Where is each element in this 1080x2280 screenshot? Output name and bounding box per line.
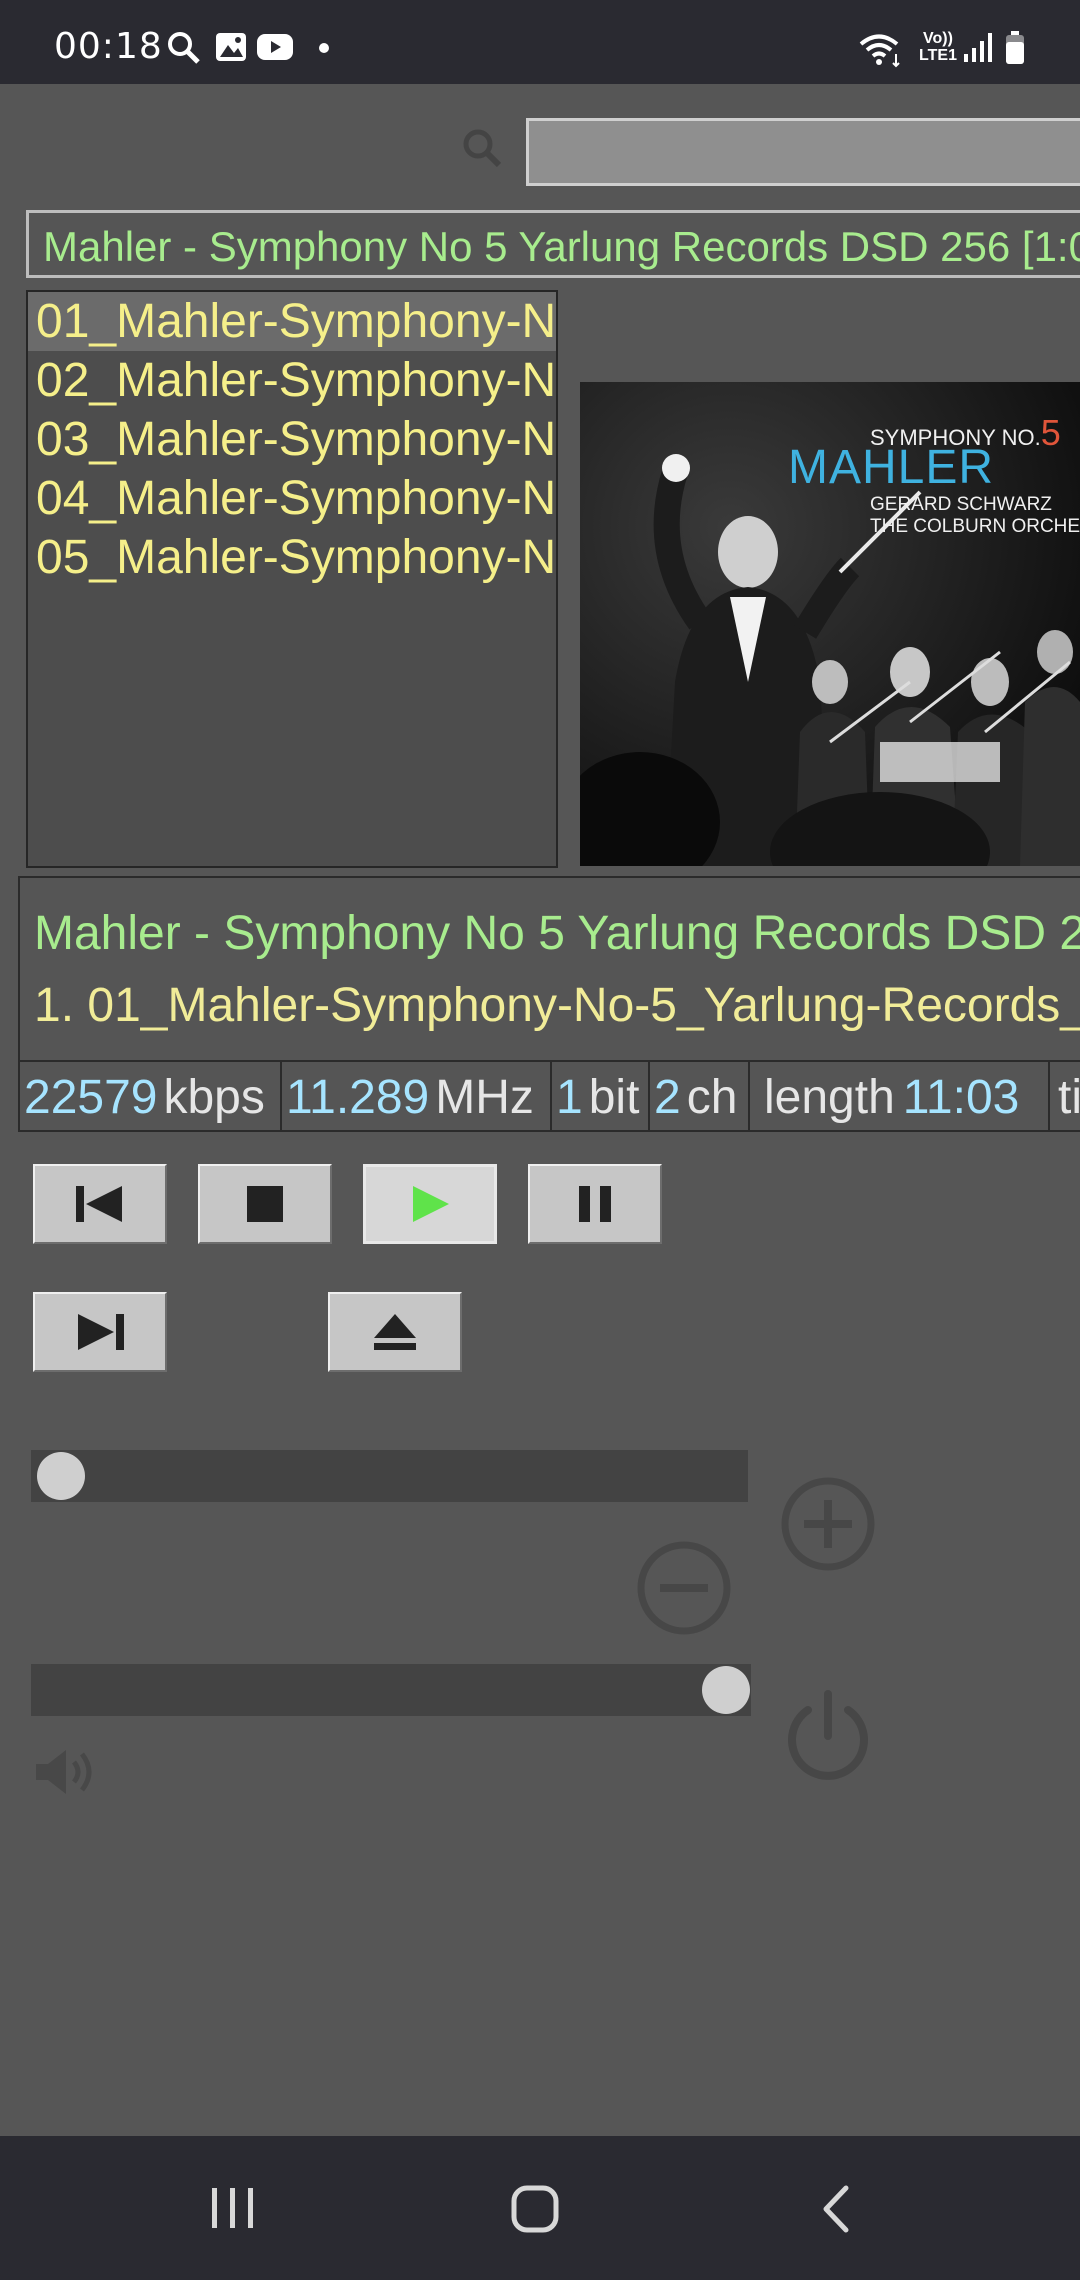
volume-slider-handle[interactable] [702,1666,750,1714]
channels-cell: 2 ch [650,1062,750,1130]
time-cell: time [1058,1071,1080,1124]
home-icon[interactable] [510,2184,560,2234]
pause-button[interactable] [528,1164,662,1244]
track-item-3[interactable]: 03_Mahler-Symphony-No-5_Yarlung-Records [28,410,556,469]
next-button[interactable] [33,1292,167,1372]
youtube-icon [257,34,293,60]
now-playing-album: Mahler - Symphony No 5 Yarlung Records D… [34,907,1080,960]
recent-apps-icon[interactable] [208,2186,258,2230]
play-button[interactable] [363,1164,497,1244]
skip-previous-icon [76,1186,122,1222]
album-title: Mahler - Symphony No 5 Yarlung Records D… [43,223,1080,270]
track-list[interactable]: 01_Mahler-Symphony-No-5_Yarlung-Records … [26,290,558,868]
navigation-bar [0,2136,1080,2280]
search-icon[interactable] [460,126,504,170]
now-playing-panel: Mahler - Symphony No 5 Yarlung Records D… [18,876,1080,1132]
eject-button[interactable] [328,1292,462,1372]
volume-down-icon[interactable] [634,1538,734,1638]
stop-icon [247,1186,283,1222]
battery-icon [1006,31,1024,64]
search-icon [168,32,200,64]
track-item-5[interactable]: 05_Mahler-Symphony-No-5_Yarlung-Records [28,528,556,587]
search-input[interactable] [526,118,1080,186]
album-art-conductor: GERARD SCHWARZ [870,494,1052,515]
eject-icon [374,1314,416,1350]
now-playing-track: 1. 01_Mahler-Symphony-No-5_Yarlung-Recor… [34,979,1080,1032]
power-icon[interactable] [778,1686,878,1786]
gallery-icon [216,33,246,61]
album-art-composer: MAHLER [788,441,995,494]
pause-icon [579,1186,611,1222]
speaker-icon[interactable] [32,1744,100,1800]
seek-slider[interactable] [31,1450,748,1502]
play-icon [413,1186,449,1222]
track-item-1[interactable]: 01_Mahler-Symphony-No-5_Yarlung-Records [28,292,556,351]
skip-next-icon [78,1314,124,1350]
status-time: 00:18 [54,26,163,67]
bit-depth-cell: 1 bit [552,1062,650,1130]
dot-icon [319,43,329,53]
volte-lte-icon: Vo)) LTE1 [919,30,957,64]
track-item-4[interactable]: 04_Mahler-Symphony-No-5_Yarlung-Records [28,469,556,528]
album-title-bar[interactable]: Mahler - Symphony No 5 Yarlung Records D… [26,210,1080,278]
volume-up-icon[interactable] [778,1474,878,1574]
bitrate-cell: 22579 kbps [20,1062,282,1130]
volume-slider[interactable] [31,1664,751,1716]
signal-icon [964,33,992,62]
stop-button[interactable] [198,1164,332,1244]
previous-button[interactable] [33,1164,167,1244]
length-cell: length 11:03 [750,1062,1050,1130]
seek-slider-handle[interactable] [37,1452,85,1500]
album-art-orchestra: THE COLBURN ORCHESTRA [870,516,1080,537]
album-art: SYMPHONY NO.5 MAHLER GERARD SCHWARZ THE … [580,382,1080,866]
track-item-2[interactable]: 02_Mahler-Symphony-No-5_Yarlung-Records [28,351,556,410]
stream-info-row: 22579 kbps 11.289 MHz 1 bit 2 ch length 11:03… [20,1060,1080,1130]
status-bar: 00:18 Vo)) LTE1 [0,0,1080,84]
frequency-cell: 11.289 MHz [282,1062,552,1130]
back-icon[interactable] [818,2184,858,2234]
wifi-icon [859,34,900,68]
